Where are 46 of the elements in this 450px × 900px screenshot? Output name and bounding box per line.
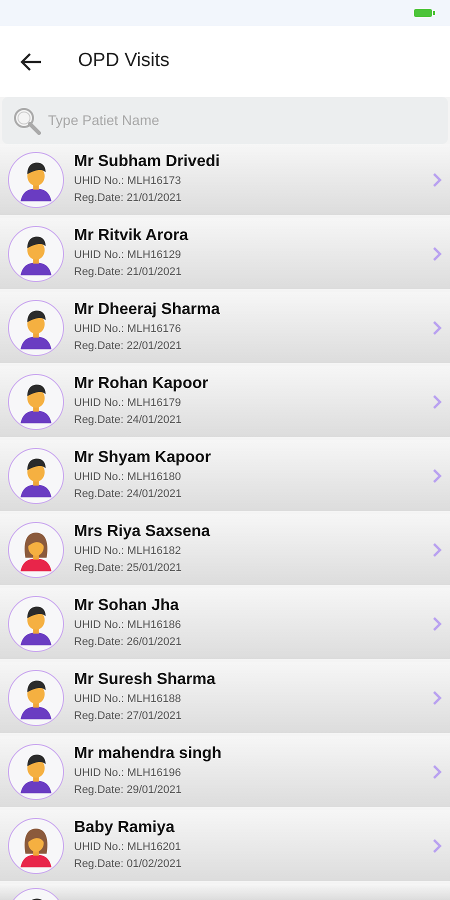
reg-date-text: Reg.Date: 24/01/2021 <box>74 486 183 502</box>
uhid-text: UHID No.: MLH16182 <box>74 544 182 559</box>
chevron-right-icon <box>432 838 442 854</box>
patient-name: Mr Suresh Sharma <box>74 670 216 690</box>
reg-date-text: Reg.Date: 29/01/2021 <box>74 782 183 798</box>
patient-name: Mr Sohan Jha <box>74 596 180 616</box>
uhid-text: UHID No.: MLH16188 <box>74 692 182 707</box>
search-icon <box>12 106 42 136</box>
chevron-right-icon <box>432 616 442 632</box>
patient-name: Mr Shyam Kapoor <box>74 448 212 468</box>
chevron-right-icon <box>432 764 442 780</box>
patient-name: Mr mahendra singh <box>74 744 223 764</box>
search-bar[interactable]: Type Patiet Name <box>2 97 448 144</box>
chevron-right-icon <box>432 172 442 188</box>
uhid-text: UHID No.: MLH16179 <box>74 396 182 411</box>
patient-name: Mr Rohan Kapoor <box>74 374 210 394</box>
patient-name: Mr Subham Drivedi <box>74 152 221 172</box>
reg-date-text: Reg.Date: 21/01/2021 <box>74 264 183 280</box>
patient-name: Mr Dheeraj Sharma <box>74 300 221 320</box>
patient-name: Baby Ramiya <box>74 818 176 838</box>
back-arrow-icon[interactable] <box>20 52 42 70</box>
uhid-text: UHID No.: MLH16186 <box>74 618 182 633</box>
uhid-text: UHID No.: MLH16176 <box>74 322 182 337</box>
patient-name: Mrs Riya Saxsena <box>74 522 212 542</box>
reg-date-text: Reg.Date: 24/01/2021 <box>74 412 183 428</box>
patient-name: Mr Ritvik Arora <box>74 226 190 246</box>
battery-icon <box>414 8 436 18</box>
chevron-right-icon <box>432 394 442 410</box>
chevron-right-icon <box>432 320 442 336</box>
reg-date-text: Reg.Date: 22/01/2021 <box>74 338 183 354</box>
reg-date-text: Reg.Date: 25/01/2021 <box>74 560 183 576</box>
chevron-right-icon <box>432 690 442 706</box>
reg-date-text: Reg.Date: 26/01/2021 <box>74 634 183 650</box>
uhid-text: UHID No.: MLH16180 <box>74 470 182 485</box>
uhid-text: UHID No.: MLH16129 <box>74 248 182 263</box>
uhid-text: UHID No.: MLH16196 <box>74 766 182 781</box>
chevron-right-icon <box>432 468 442 484</box>
page-title: OPD Visits <box>78 49 170 74</box>
reg-date-text: Reg.Date: 21/01/2021 <box>74 190 183 206</box>
search-field[interactable]: Type Patiet Name <box>46 109 438 132</box>
reg-date-text: Reg.Date: 01/02/2021 <box>74 856 183 872</box>
chevron-right-icon <box>432 542 442 558</box>
uhid-text: UHID No.: MLH16173 <box>74 174 182 189</box>
uhid-text: UHID No.: MLH16201 <box>74 840 182 855</box>
reg-date-text: Reg.Date: 27/01/2021 <box>74 708 183 724</box>
chevron-right-icon <box>432 246 442 262</box>
